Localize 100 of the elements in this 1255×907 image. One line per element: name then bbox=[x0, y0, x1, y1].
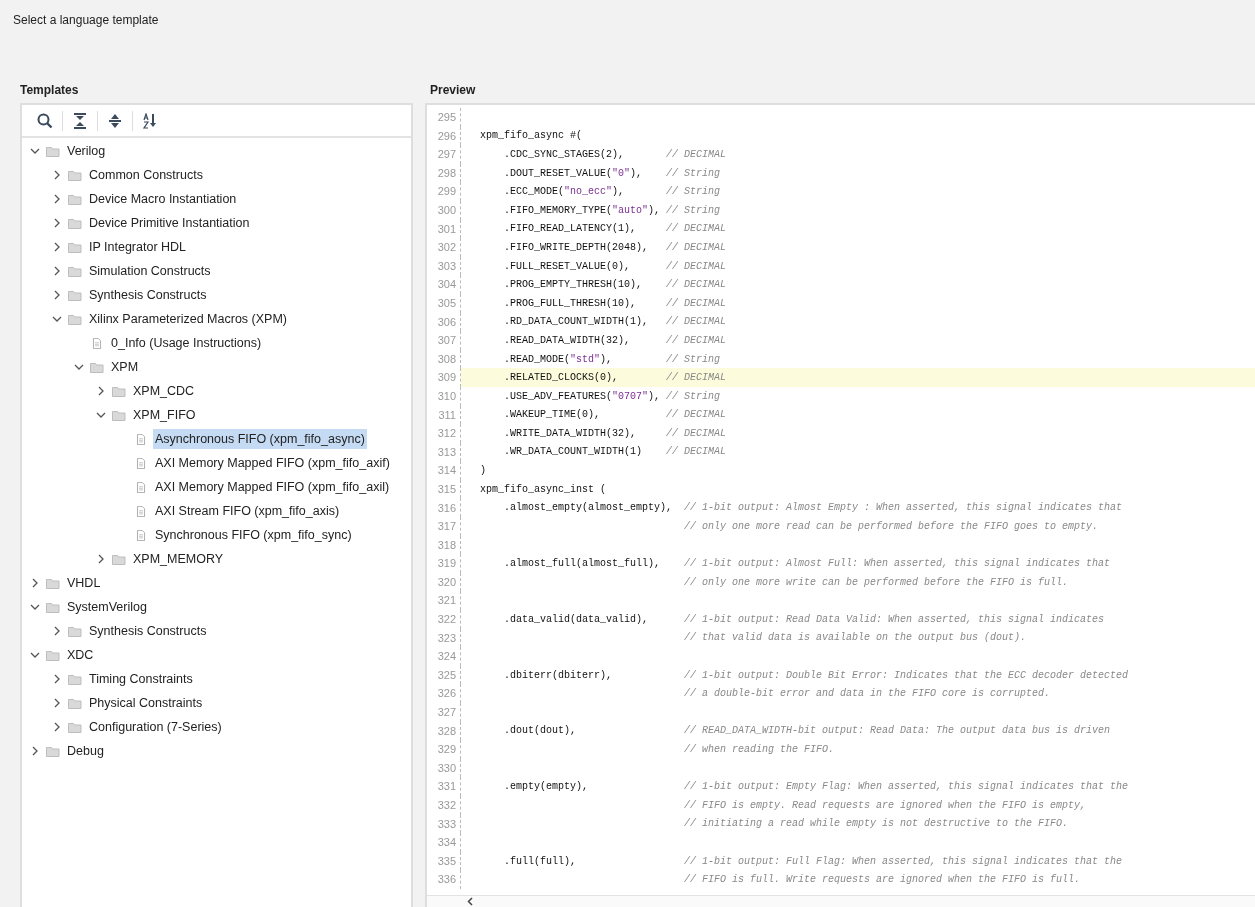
tree-item[interactable]: AXI Memory Mapped FIFO (xpm_fifo_axif) bbox=[153, 452, 392, 474]
line-number: 309 bbox=[427, 368, 461, 387]
chevron-right-icon[interactable] bbox=[52, 698, 62, 708]
chevron-right-icon[interactable] bbox=[52, 194, 62, 204]
chevron-right-icon[interactable] bbox=[52, 266, 62, 276]
code-comment: // 1-bit output: Empty Flag: When asserted, this signal indicates that the bbox=[684, 780, 1129, 795]
tree-item[interactable]: XPM_MEMORY bbox=[131, 548, 226, 570]
folder-icon bbox=[68, 673, 82, 685]
chevron-right-icon[interactable] bbox=[52, 290, 62, 300]
code-text: .READ_DATA_WIDTH(32), bbox=[503, 334, 631, 346]
code-comment: // DECIMAL bbox=[666, 240, 727, 255]
chevron-right-icon[interactable] bbox=[96, 386, 106, 396]
code-comment: // DECIMAL bbox=[666, 278, 727, 293]
tree-item[interactable]: Asynchronous FIFO (xpm_fifo_async) bbox=[153, 428, 367, 450]
tree-item[interactable]: Simulation Constructs bbox=[87, 260, 213, 282]
tree-item[interactable]: XPM_FIFO bbox=[131, 404, 198, 426]
code-text: .USE_ADV_FEATURES("0707"), bbox=[503, 390, 661, 402]
tree-item[interactable]: Synchronous FIFO (xpm_fifo_sync) bbox=[153, 524, 354, 546]
folder-icon bbox=[68, 217, 82, 229]
code-comment: // String bbox=[666, 185, 721, 200]
chevron-down-icon[interactable] bbox=[74, 362, 84, 372]
chevron-right-icon[interactable] bbox=[30, 578, 40, 588]
folder-icon bbox=[90, 361, 104, 373]
folder-icon bbox=[112, 385, 126, 397]
document-icon bbox=[134, 481, 148, 493]
folder-icon bbox=[68, 241, 82, 253]
code-comment: // String bbox=[666, 166, 721, 181]
code-comment: // DECIMAL bbox=[666, 259, 727, 274]
tree-item[interactable]: AXI Stream FIFO (xpm_fifo_axis) bbox=[153, 500, 342, 522]
horizontal-scrollbar[interactable] bbox=[427, 895, 1255, 907]
code-comment: // 1-bit output: Almost Full: When asserted, this signal indicates that bbox=[684, 557, 1111, 572]
code-comment: // 1-bit output: Full Flag: When asserted, this signal indicates that the bbox=[684, 854, 1123, 869]
tree-item[interactable]: Configuration (7-Series) bbox=[87, 716, 224, 738]
tree-item[interactable]: Physical Constraints bbox=[87, 692, 205, 714]
scroll-left-icon[interactable] bbox=[467, 897, 473, 906]
folder-icon bbox=[68, 313, 82, 325]
folder-icon bbox=[68, 265, 82, 277]
tree-item[interactable]: XDC bbox=[65, 644, 96, 666]
chevron-right-icon[interactable] bbox=[52, 626, 62, 636]
expand-all-icon bbox=[108, 112, 122, 129]
tree-item[interactable]: 0_Info (Usage Instructions) bbox=[109, 332, 264, 354]
code-comment: // only one more read can be performed before the FIFO goes to empty. bbox=[684, 519, 1099, 534]
tree-item[interactable]: SystemVerilog bbox=[65, 596, 149, 618]
chevron-right-icon[interactable] bbox=[52, 674, 62, 684]
code-comment: // DECIMAL bbox=[666, 371, 727, 386]
tree-item[interactable]: Common Constructs bbox=[87, 164, 205, 186]
code-comment: // DECIMAL bbox=[666, 315, 727, 330]
folder-icon bbox=[68, 721, 82, 733]
chevron-down-icon[interactable] bbox=[30, 146, 40, 156]
code-text: .empty(empty), bbox=[503, 781, 589, 793]
code-comment: // 1-bit output: Read Data Valid: When asserted, this signal indicates bbox=[684, 612, 1105, 627]
tree-item[interactable]: Synthesis Constructs bbox=[87, 620, 209, 642]
tree-item[interactable]: Xilinx Parameterized Macros (XPM) bbox=[87, 308, 289, 330]
code-comment: // String bbox=[666, 203, 721, 218]
code-comment: // String bbox=[666, 389, 721, 404]
code-text: .FIFO_MEMORY_TYPE("auto"), bbox=[503, 204, 661, 216]
code-comment: // DECIMAL bbox=[666, 408, 727, 423]
tree-item[interactable]: Device Macro Instantiation bbox=[87, 188, 239, 210]
tree-item[interactable]: XPM bbox=[109, 356, 141, 378]
code-text: .FULL_RESET_VALUE(0), bbox=[503, 260, 631, 272]
code-text: .READ_MODE("std"), bbox=[503, 353, 613, 365]
tree-item[interactable]: Timing Constraints bbox=[87, 668, 195, 690]
tree-item[interactable]: Verilog bbox=[65, 140, 108, 162]
folder-icon bbox=[46, 577, 60, 589]
code-text: .dbiterr(dbiterr), bbox=[503, 669, 613, 681]
chevron-down-icon[interactable] bbox=[52, 314, 62, 324]
tree-item[interactable]: Debug bbox=[65, 740, 106, 762]
tree-item[interactable]: XPM_CDC bbox=[131, 380, 197, 402]
tree-item[interactable]: AXI Memory Mapped FIFO (xpm_fifo_axil) bbox=[153, 476, 392, 498]
code-comment: // DECIMAL bbox=[666, 445, 727, 460]
chevron-right-icon[interactable] bbox=[30, 746, 40, 756]
folder-icon bbox=[68, 289, 82, 301]
tree-item[interactable]: VHDL bbox=[65, 572, 103, 594]
code-comment: // a double-bit error and data in the FIFO core is corrupted. bbox=[684, 687, 1051, 702]
code-text: .FIFO_WRITE_DEPTH(2048), bbox=[503, 241, 649, 253]
code-text: .almost_empty(almost_empty), bbox=[503, 502, 673, 514]
tree-item[interactable]: Device Primitive Instantiation bbox=[87, 212, 252, 234]
folder-icon bbox=[68, 193, 82, 205]
tree-item[interactable]: IP Integrator HDL bbox=[87, 236, 189, 258]
dialog-heading: Select a language template bbox=[13, 13, 159, 27]
chevron-right-icon[interactable] bbox=[96, 554, 106, 564]
chevron-down-icon[interactable] bbox=[96, 410, 106, 420]
code-comment: // 1-bit output: Double Bit Error: Indicates that the ECC decoder detected bbox=[684, 668, 1129, 683]
chevron-down-icon[interactable] bbox=[30, 602, 40, 612]
code-text: .CDC_SYNC_STAGES(2), bbox=[503, 149, 625, 160]
folder-icon bbox=[68, 625, 82, 637]
code-text: .full(full), bbox=[503, 855, 576, 867]
chevron-right-icon[interactable] bbox=[52, 722, 62, 732]
tree-item[interactable]: Synthesis Constructs bbox=[87, 284, 209, 306]
code-comment: // FIFO is empty. Read requests are ignored when the FIFO is empty, bbox=[684, 798, 1087, 813]
document-icon bbox=[134, 433, 148, 445]
code-text: .PROG_EMPTY_THRESH(10), bbox=[503, 279, 643, 291]
document-icon bbox=[134, 529, 148, 541]
chevron-down-icon[interactable] bbox=[30, 650, 40, 660]
code-comment: // DECIMAL bbox=[666, 426, 727, 441]
chevron-right-icon[interactable] bbox=[52, 218, 62, 228]
chevron-right-icon[interactable] bbox=[52, 242, 62, 252]
chevron-right-icon[interactable] bbox=[52, 170, 62, 180]
code-text: .PROG_FULL_THRESH(10), bbox=[503, 297, 637, 309]
code-comment: // DECIMAL bbox=[666, 222, 727, 237]
